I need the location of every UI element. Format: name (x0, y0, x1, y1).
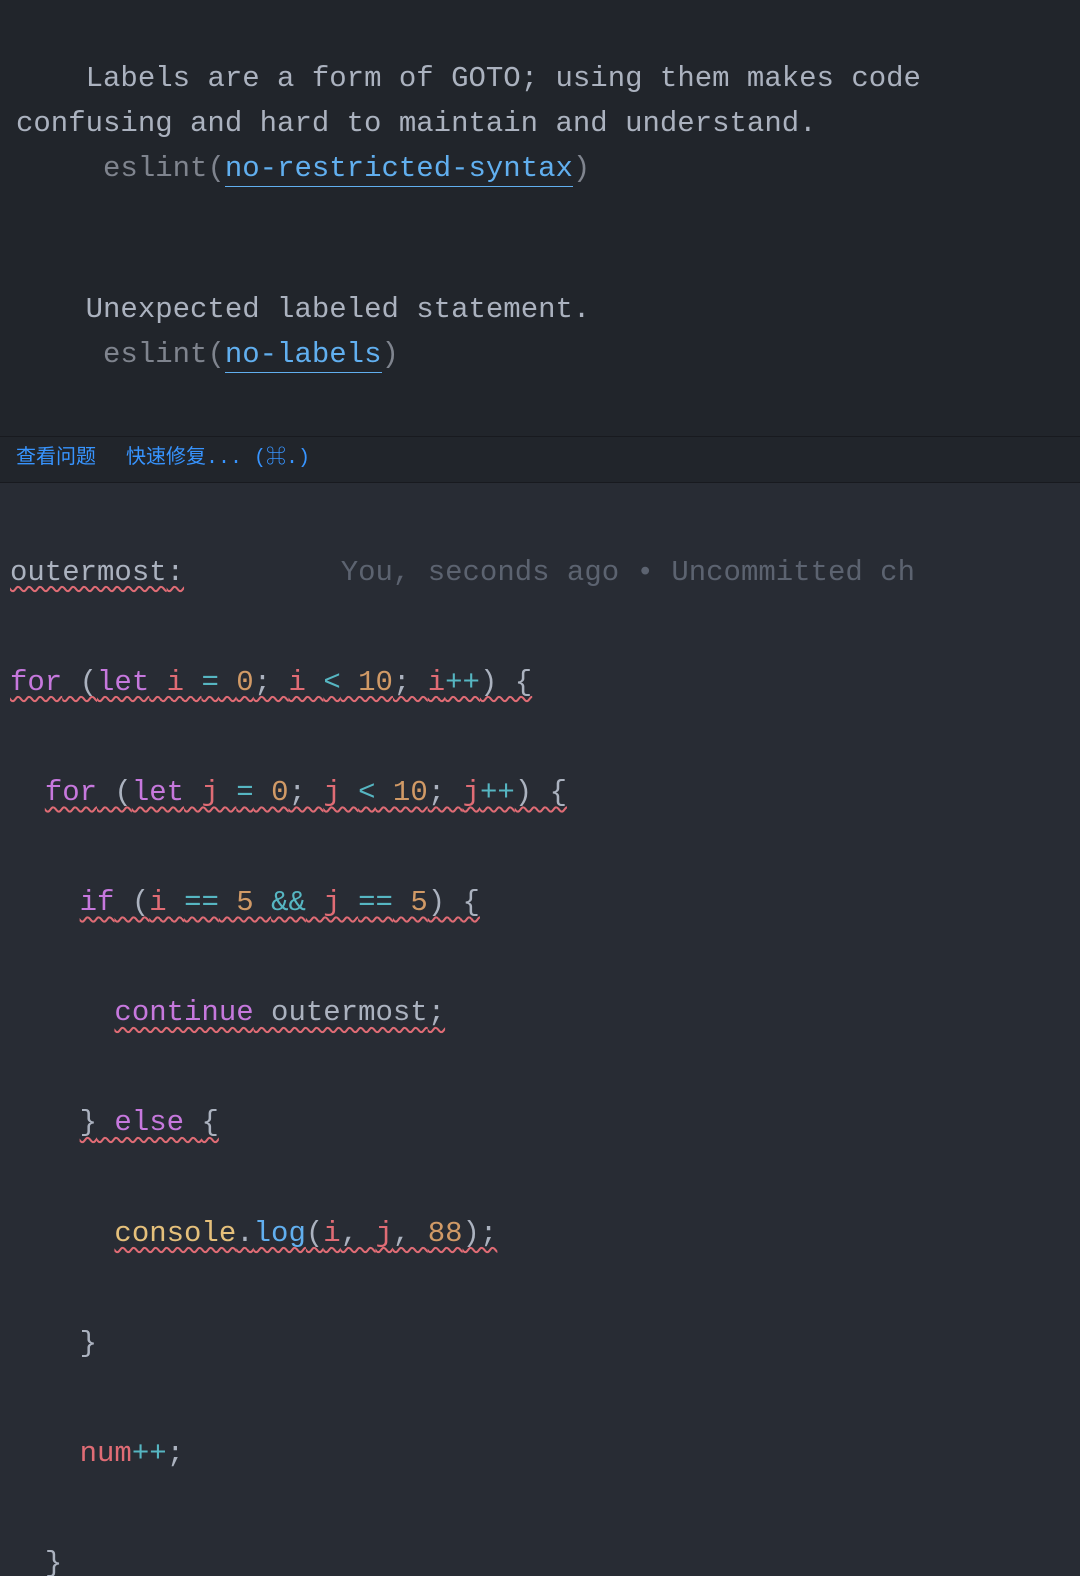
diagnostic-rule-link[interactable]: no-labels (225, 338, 382, 373)
code-line: console.log(i, j, 88); (10, 1206, 1080, 1261)
diagnostic-rule-link[interactable]: no-restricted-syntax (225, 152, 573, 187)
quick-fix-shortcut: (⌘.) (254, 447, 310, 470)
view-problem-link[interactable]: 查看问题 (16, 447, 96, 470)
code-line: for (let j = 0; j < 10; j++) { (10, 765, 1080, 820)
quick-fix-link[interactable]: 快速修复... (⌘.) (126, 447, 310, 470)
diagnostic-source: eslint( (86, 338, 225, 371)
code-line: num++; (10, 1426, 1080, 1481)
git-blame-annotation: You, seconds ago • Uncommitted ch (184, 556, 915, 589)
label-token: outermost: (10, 556, 184, 589)
diagnostic-text: Unexpected labeled statement. (86, 293, 591, 326)
code-line: } else { (10, 1095, 1080, 1150)
code-line: for (let i = 0; i < 10; i++) { (10, 655, 1080, 710)
code-editor[interactable]: outermost: You, seconds ago • Uncommitte… (0, 483, 1080, 1576)
diagnostic-action-bar: 查看问题 快速修复... (⌘.) (0, 437, 1080, 483)
code-line: } (10, 1316, 1080, 1371)
diagnostic-message-2: Unexpected labeled statement. eslint(no-… (16, 243, 1064, 423)
diagnostic-text: Labels are a form of GOTO; using them ma… (16, 62, 938, 140)
diagnostic-hover-panel: Labels are a form of GOTO; using them ma… (0, 0, 1080, 437)
code-line: if (i == 5 && j == 5) { (10, 875, 1080, 930)
diagnostic-message-1: Labels are a form of GOTO; using them ma… (16, 12, 1064, 237)
diagnostic-source: eslint( (86, 152, 225, 185)
code-line: } (10, 1536, 1080, 1576)
code-line: continue outermost; (10, 985, 1080, 1040)
code-line: outermost: You, seconds ago • Uncommitte… (10, 545, 1080, 600)
